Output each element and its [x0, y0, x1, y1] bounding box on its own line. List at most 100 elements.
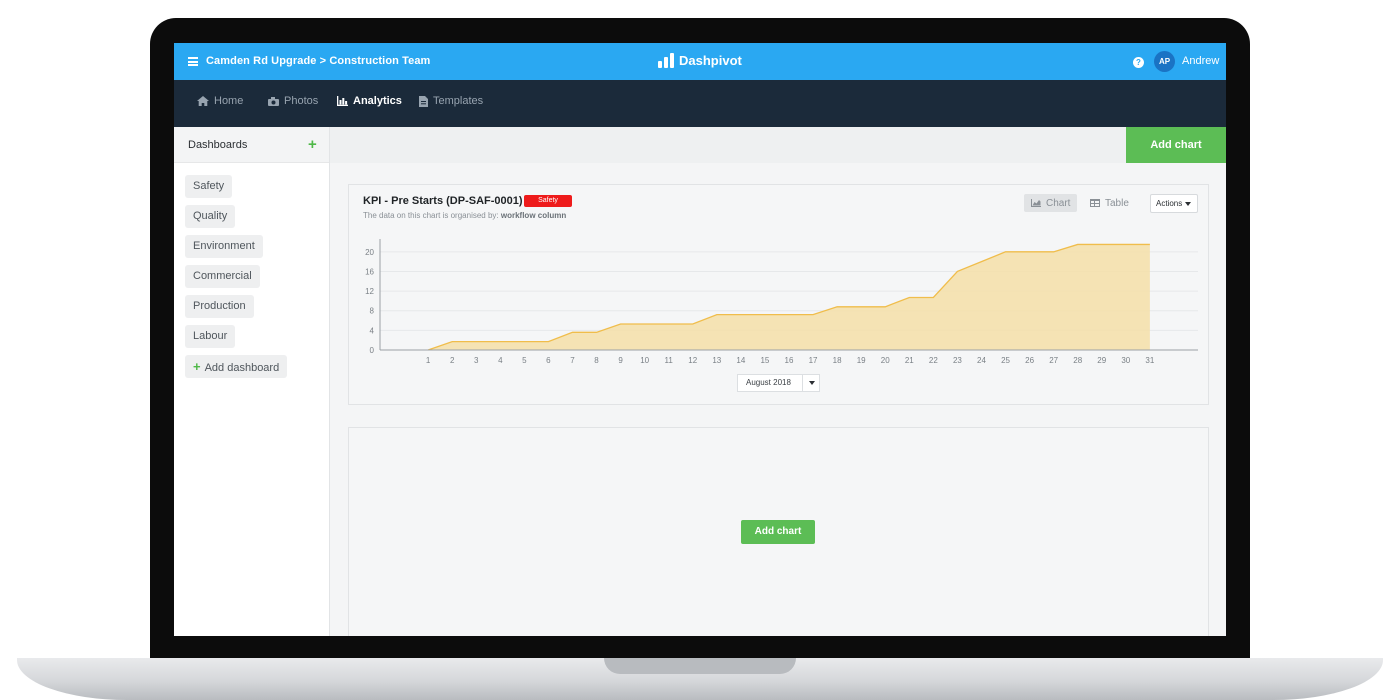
plus-icon: + [193, 359, 201, 374]
x-tick-label: 6 [546, 356, 551, 365]
month-label: August 2018 [746, 378, 791, 387]
x-tick-label: 4 [498, 356, 503, 365]
dashpivot-logo-icon [658, 53, 674, 68]
dashboard-item-production[interactable]: Production [185, 295, 254, 318]
x-tick-label: 8 [594, 356, 599, 365]
x-tick-label: 2 [450, 356, 455, 365]
y-tick-label: 4 [370, 326, 375, 335]
table-toggle-label: Table [1105, 197, 1129, 209]
x-tick-label: 13 [712, 356, 721, 365]
main-nav: Home Photos Analytics Templates [174, 80, 1226, 127]
avatar[interactable]: AP [1154, 51, 1175, 72]
y-tick-label: 0 [370, 346, 375, 355]
x-tick-label: 11 [665, 356, 674, 365]
nav-photos[interactable]: Photos [268, 95, 318, 107]
document-icon [419, 95, 428, 107]
chart-toggle-label: Chart [1046, 197, 1071, 209]
add-chart-empty-button[interactable]: Add chart [741, 520, 815, 544]
y-tick-label: 16 [365, 267, 374, 276]
sidebar-title: Dashboards [188, 139, 248, 151]
app-screen: Camden Rd Upgrade > Construction Team Da… [174, 43, 1226, 636]
actions-label: Actions [1156, 199, 1183, 208]
x-tick-label: 31 [1145, 356, 1154, 365]
x-tick-label: 19 [857, 356, 866, 365]
table-view-toggle[interactable]: Table [1083, 194, 1136, 212]
dashboards-sidebar: Dashboards + Safety Quality Environment … [174, 127, 330, 636]
sidebar-header: Dashboards + [174, 127, 329, 163]
dashboard-item-quality[interactable]: Quality [185, 205, 236, 228]
chart-subtitle: The data on this chart is organised by: … [363, 211, 566, 220]
home-icon [197, 96, 209, 106]
x-tick-label: 1 [426, 356, 431, 365]
x-tick-label: 3 [474, 356, 479, 365]
x-tick-label: 14 [736, 356, 745, 365]
x-tick-label: 27 [1049, 356, 1058, 365]
add-dashboard-button[interactable]: + Add dashboard [185, 355, 288, 378]
brand-logo[interactable]: Dashpivot [658, 53, 742, 68]
breadcrumb[interactable]: Camden Rd Upgrade > Construction Team [206, 55, 430, 67]
month-dropdown-toggle[interactable] [802, 375, 820, 391]
content-toolbar: Add chart [330, 127, 1226, 163]
x-tick-label: 22 [929, 356, 938, 365]
nav-templates-label: Templates [433, 95, 484, 107]
x-tick-label: 30 [1121, 356, 1130, 365]
x-tick-label: 5 [522, 356, 527, 365]
x-tick-label: 24 [977, 356, 986, 365]
laptop-mockup: Camden Rd Upgrade > Construction Team Da… [0, 0, 1400, 700]
chart-card: KPI - Pre Starts (DP-SAF-0001) Safety Th… [348, 184, 1209, 405]
caret-down-icon [1185, 201, 1192, 206]
chart-subtitle-prefix: The data on this chart is organised by: [363, 211, 499, 220]
brand-name: Dashpivot [679, 53, 742, 68]
kpi-area-chart: 0481216201 2 3 4 5 6 7 8 9 10 11 12 13 14 15 16 17 18 19 20… [365, 239, 1198, 365]
x-tick-label: 21 [905, 356, 914, 365]
user-name[interactable]: Andrew [1182, 55, 1219, 67]
series-area [428, 244, 1150, 350]
x-tick-label: 16 [785, 356, 794, 365]
nav-analytics-label: Analytics [353, 95, 402, 107]
main-content: Add chart KPI - Pre Starts (DP-SAF-0001)… [330, 127, 1226, 636]
x-tick-label: 7 [570, 356, 575, 365]
x-tick-label: 29 [1097, 356, 1106, 365]
x-tick-label: 18 [833, 356, 842, 365]
x-tick-label: 9 [618, 356, 623, 365]
bar-chart-icon [337, 96, 348, 106]
add-dashboard-label: Add dashboard [204, 362, 280, 374]
top-bar: Camden Rd Upgrade > Construction Team Da… [174, 43, 1226, 80]
nav-home[interactable]: Home [197, 95, 243, 107]
category-badge: Safety [524, 195, 572, 207]
x-tick-label: 15 [760, 356, 769, 365]
x-tick-label: 26 [1025, 356, 1034, 365]
caret-down-icon [808, 380, 815, 385]
laptop-notch [604, 658, 796, 674]
y-tick-label: 8 [370, 307, 375, 316]
dashboard-item-labour[interactable]: Labour [185, 325, 236, 348]
add-dashboard-plus-icon[interactable]: + [308, 137, 317, 152]
chart-subtitle-value: workflow column [500, 211, 567, 220]
dashboard-item-environment[interactable]: Environment [185, 235, 263, 258]
y-tick-label: 12 [365, 287, 374, 296]
x-tick-label: 28 [1073, 356, 1082, 365]
empty-chart-card: Add chart [348, 427, 1209, 636]
help-icon[interactable]: ? [1133, 57, 1144, 68]
dashboard-item-commercial[interactable]: Commercial [185, 265, 260, 288]
dashboard-item-safety[interactable]: Safety [185, 175, 233, 198]
x-tick-label: 10 [640, 356, 649, 365]
hamburger-menu-icon[interactable] [188, 57, 198, 66]
add-chart-button[interactable]: Add chart [1126, 127, 1226, 163]
actions-dropdown[interactable]: Actions [1150, 194, 1198, 213]
x-tick-label: 20 [881, 356, 890, 365]
nav-photos-label: Photos [284, 95, 319, 107]
y-tick-label: 20 [365, 248, 374, 257]
table-icon [1090, 199, 1100, 207]
x-tick-label: 12 [688, 356, 697, 365]
nav-analytics[interactable]: Analytics [337, 95, 402, 107]
nav-templates[interactable]: Templates [419, 95, 483, 107]
area-chart-icon [1031, 199, 1041, 207]
chart-view-toggle[interactable]: Chart [1024, 194, 1078, 212]
month-selector[interactable]: August 2018 [737, 374, 820, 392]
x-tick-label: 23 [953, 356, 962, 365]
x-tick-label: 25 [1001, 356, 1010, 365]
chart-title: KPI - Pre Starts (DP-SAF-0001) [363, 195, 523, 207]
x-tick-label: 17 [809, 356, 818, 365]
camera-icon [268, 96, 279, 106]
